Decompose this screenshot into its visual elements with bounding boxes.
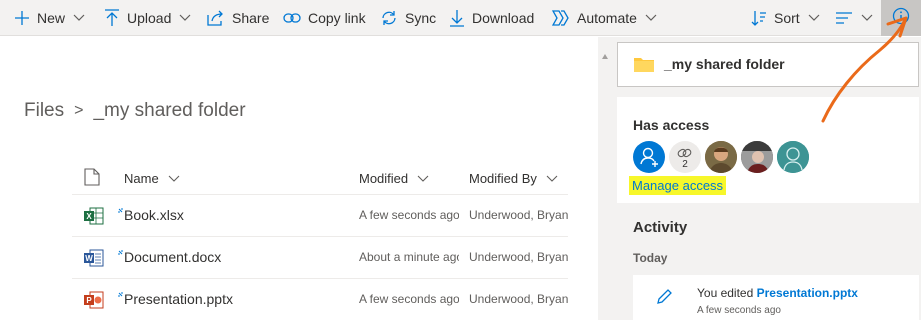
info-icon: [892, 7, 910, 30]
column-header-modified[interactable]: Modified: [359, 168, 429, 188]
chevron-down-icon: [808, 14, 820, 22]
activity-prefix: You edited: [697, 286, 754, 300]
document-icon: [84, 167, 100, 189]
activity-item[interactable]: You edited Presentation.pptx A few secon…: [633, 275, 919, 320]
link-count: 2: [682, 159, 688, 170]
plus-icon: [14, 10, 30, 26]
svg-text:P: P: [86, 296, 92, 305]
activity-text: You edited Presentation.pptx: [697, 286, 858, 300]
sort-icon: [751, 10, 767, 26]
file-modified: About a minute ago: [359, 250, 459, 264]
file-modified: A few seconds ago: [359, 208, 459, 222]
modified-by-header-label: Modified By: [469, 170, 537, 186]
breadcrumb-separator: >: [74, 102, 84, 119]
share-button[interactable]: Share: [207, 0, 269, 36]
file-modified-by: Underwood, Bryan: [469, 250, 568, 264]
link-icon: [283, 12, 301, 24]
svg-text:W: W: [85, 254, 93, 263]
table-row[interactable]: P Presentation.pptx A few seconds ago Un…: [0, 279, 598, 321]
automate-label: Automate: [577, 10, 637, 26]
chevron-down-icon: [168, 171, 180, 186]
table-row[interactable]: X Book.xlsx A few seconds ago Underwood,…: [0, 195, 598, 237]
breadcrumb-root[interactable]: Files: [24, 100, 64, 122]
sync-label: Sync: [405, 10, 437, 26]
manage-access-link[interactable]: Manage access: [629, 176, 727, 195]
download-label: Download: [472, 10, 535, 26]
new-button[interactable]: New: [14, 0, 85, 36]
view-list-icon: [835, 12, 853, 24]
activity-file-link[interactable]: Presentation.pptx: [757, 286, 858, 300]
chevron-down-icon: [645, 14, 657, 22]
edit-pencil-icon: [655, 288, 673, 311]
copy-link-button[interactable]: Copy link: [283, 0, 366, 36]
upload-button[interactable]: Upload: [104, 0, 191, 36]
command-bar: New Upload Share Copy link Sync Download…: [0, 0, 921, 36]
folder-icon: [634, 56, 654, 77]
chevron-down-icon: [417, 171, 429, 186]
share-icon: [207, 10, 225, 26]
sort-label: Sort: [774, 10, 800, 26]
new-label: New: [37, 10, 66, 26]
chevron-down-icon: [179, 14, 191, 22]
avatar[interactable]: [777, 141, 809, 173]
file-modified-by: Underwood, Bryan: [469, 292, 568, 306]
svg-text:X: X: [86, 212, 92, 221]
table-row[interactable]: W Document.docx About a minute ago Under…: [0, 237, 598, 279]
file-name[interactable]: Book.xlsx: [124, 207, 184, 223]
name-header-label: Name: [124, 170, 159, 186]
folder-header-card: _my shared folder: [617, 42, 919, 87]
sync-icon: [380, 10, 398, 26]
sort-button[interactable]: Sort: [751, 0, 820, 36]
breadcrumb-current: _my shared folder: [93, 100, 246, 121]
activity-today-label: Today: [633, 251, 668, 265]
download-icon: [449, 9, 465, 27]
file-type-header[interactable]: [84, 167, 100, 189]
download-button[interactable]: Download: [449, 0, 534, 36]
details-pane-button[interactable]: [881, 0, 921, 36]
file-name[interactable]: Presentation.pptx: [124, 291, 233, 307]
avatar[interactable]: [741, 141, 773, 173]
has-access-title: Has access: [633, 117, 710, 133]
folder-name: _my shared folder: [664, 56, 785, 72]
chevron-down-icon: [861, 14, 873, 22]
automate-icon: [552, 10, 570, 26]
sharing-links-avatar[interactable]: 2: [669, 141, 701, 173]
copy-link-label: Copy link: [308, 10, 366, 26]
modified-header-label: Modified: [359, 170, 409, 186]
file-modified: A few seconds ago: [359, 292, 459, 306]
breadcrumb: Files > _my shared folder: [24, 100, 246, 122]
column-header-name[interactable]: Name: [124, 168, 180, 188]
activity-time: A few seconds ago: [697, 305, 781, 316]
upload-icon: [104, 9, 120, 27]
has-access-card: Has access 2 Manage access: [617, 97, 919, 203]
scroll-up-arrow[interactable]: [602, 46, 608, 59]
column-header-modified-by[interactable]: Modified By: [469, 168, 558, 188]
share-label: Share: [232, 10, 270, 26]
avatar[interactable]: [705, 141, 737, 173]
upload-label: Upload: [127, 10, 172, 26]
chevron-down-icon: [73, 14, 85, 22]
file-name[interactable]: Document.docx: [124, 249, 221, 265]
chevron-down-icon: [546, 171, 558, 186]
view-options-button[interactable]: [835, 0, 873, 36]
file-modified-by: Underwood, Bryan: [469, 208, 568, 222]
powerpoint-icon: P: [84, 291, 104, 314]
sync-button[interactable]: Sync: [380, 0, 436, 36]
add-person-avatar[interactable]: [633, 141, 665, 173]
excel-icon: X: [84, 207, 104, 230]
word-icon: W: [84, 249, 104, 272]
automate-button[interactable]: Automate: [552, 0, 657, 36]
activity-title: Activity: [633, 219, 688, 236]
